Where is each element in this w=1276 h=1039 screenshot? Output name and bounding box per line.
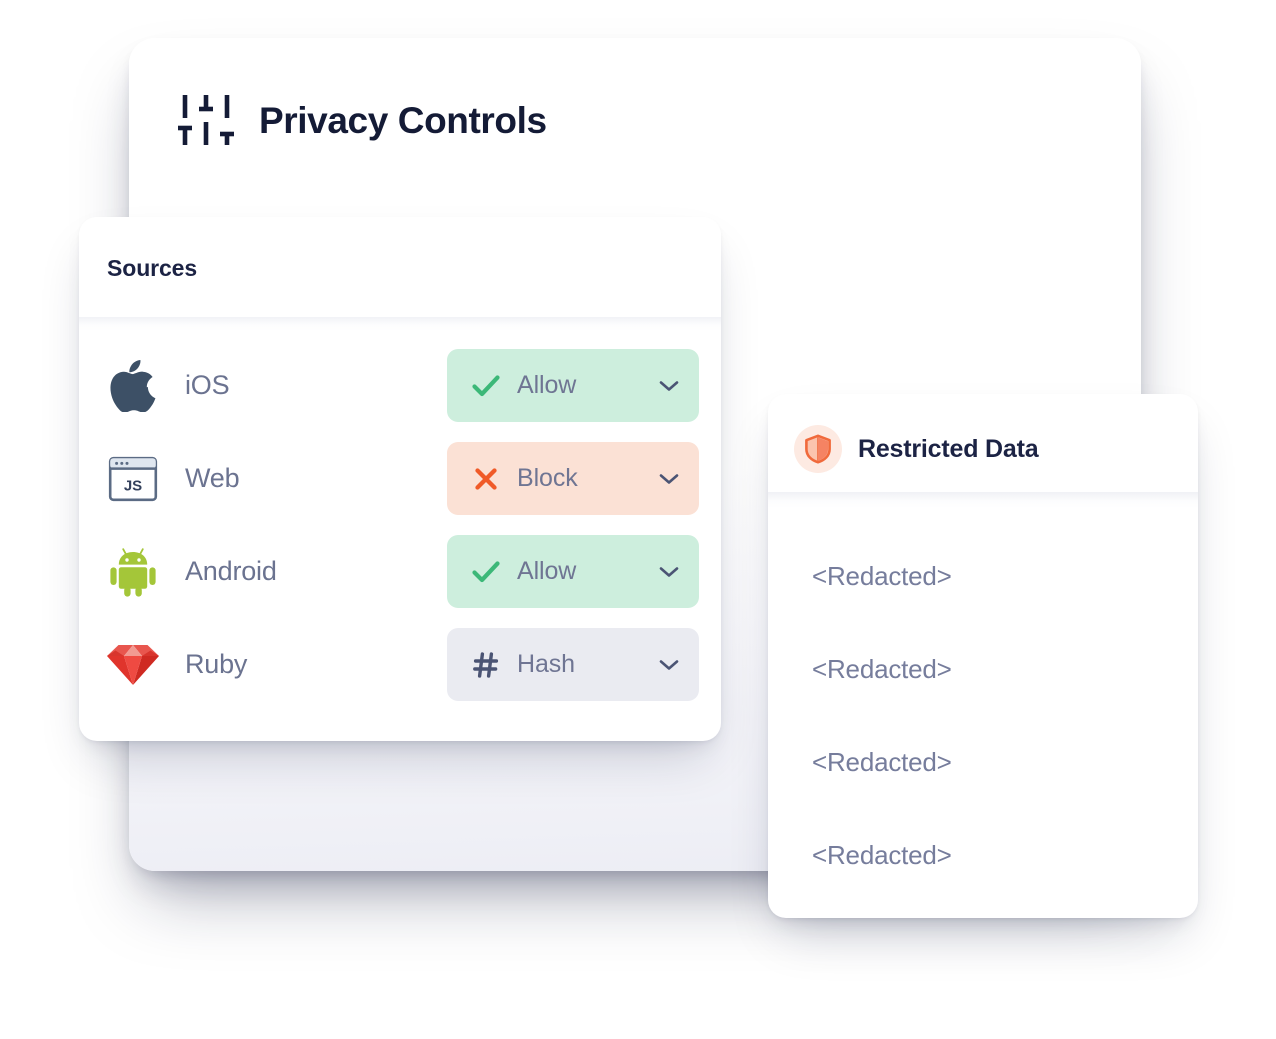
status-label: Allow <box>517 371 577 399</box>
status-dropdown-ios[interactable]: Allow <box>447 349 699 422</box>
redacted-value: <Redacted> <box>812 654 952 684</box>
check-icon <box>471 371 501 401</box>
list-item: <Redacted> <box>768 623 1198 716</box>
source-platform-label: Web <box>185 463 240 493</box>
page-title: Privacy Controls <box>259 99 547 141</box>
sliders-icon <box>177 92 235 148</box>
status-label: Allow <box>517 557 577 585</box>
source-platform-label: Android <box>185 556 277 586</box>
sources-list: iOS Allow JS Web Block Android Allow Rub… <box>79 331 721 711</box>
browser-js-icon: JS <box>107 453 159 505</box>
sources-header-label: Sources <box>107 255 198 281</box>
list-item: <Redacted> <box>768 809 1198 902</box>
source-platform-label: Ruby <box>185 649 248 679</box>
table-row: Android Allow <box>79 525 721 618</box>
sources-header-divider <box>79 317 721 331</box>
sources-card: Sources iOS Allow JS Web Block Android A… <box>79 217 721 741</box>
android-icon <box>107 546 159 598</box>
source-platform-label: iOS <box>185 370 230 400</box>
hash-icon <box>471 650 501 680</box>
screenshot-stage: Privacy Controls Sources iOS Allow JS We… <box>0 0 1276 1039</box>
status-label: Hash <box>517 650 575 678</box>
chevron-down-icon[interactable] <box>659 655 679 675</box>
status-label: Block <box>517 464 578 492</box>
redacted-value: <Redacted> <box>812 840 952 870</box>
svg-text:JS: JS <box>124 477 142 494</box>
chevron-down-icon[interactable] <box>659 376 679 396</box>
cross-icon <box>471 464 501 494</box>
apple-icon <box>107 359 159 412</box>
redacted-value: <Redacted> <box>812 747 952 777</box>
restricted-data-title: Restricted Data <box>858 434 1039 463</box>
check-icon <box>471 557 501 587</box>
table-row: Ruby Hash <box>79 618 721 711</box>
restricted-header-divider <box>768 492 1198 508</box>
privacy-controls-header: Privacy Controls <box>177 92 547 148</box>
list-item: <Redacted> <box>768 716 1198 809</box>
table-row: JS Web Block <box>79 432 721 525</box>
status-dropdown-android[interactable]: Allow <box>447 535 699 608</box>
sources-card-header: Sources <box>79 217 721 317</box>
chevron-down-icon[interactable] <box>659 469 679 489</box>
ruby-gem-icon <box>107 639 159 691</box>
list-item: <Redacted> <box>768 530 1198 623</box>
redacted-value: <Redacted> <box>812 561 952 591</box>
shield-icon <box>794 425 842 473</box>
status-dropdown-ruby[interactable]: Hash <box>447 628 699 701</box>
status-dropdown-web[interactable]: Block <box>447 442 699 515</box>
table-row: iOS Allow <box>79 339 721 432</box>
restricted-data-header: Restricted Data <box>768 394 1198 492</box>
restricted-data-card: Restricted Data <Redacted> <Redacted> <R… <box>768 394 1198 918</box>
restricted-data-list: <Redacted> <Redacted> <Redacted> <Redact… <box>768 508 1198 902</box>
restricted-data-header-inner: Restricted Data <box>794 425 1039 473</box>
chevron-down-icon[interactable] <box>659 562 679 582</box>
